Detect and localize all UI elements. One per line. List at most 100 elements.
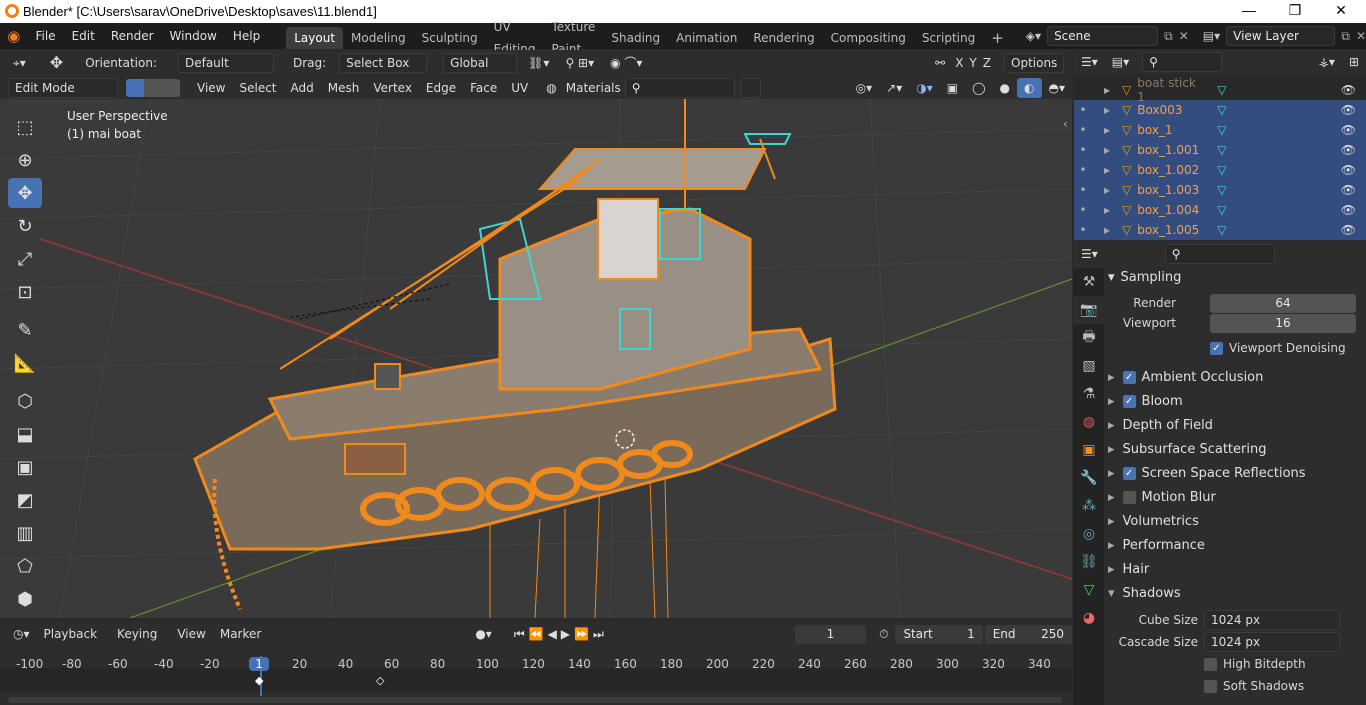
scene-tab-icon[interactable]: ⚗: [1074, 380, 1104, 408]
menu-file[interactable]: File: [27, 23, 63, 49]
eye-icon[interactable]: 👁: [1341, 183, 1356, 197]
eye-icon[interactable]: 👁: [1341, 123, 1356, 137]
menu-window[interactable]: Window: [162, 23, 225, 49]
axis-x-button[interactable]: X: [952, 53, 966, 73]
cascade-size-dropdown[interactable]: 1024 px: [1204, 632, 1340, 652]
expand-arrow-icon[interactable]: ▸: [1092, 143, 1122, 157]
outliner-row[interactable]: • ▸ ▽ box_1.002 ▽ 👁: [1074, 160, 1366, 180]
axis-z-button[interactable]: Z: [980, 53, 994, 73]
minimize-button[interactable]: —: [1226, 2, 1272, 18]
eye-icon[interactable]: 👁: [1341, 163, 1356, 177]
add-workspace-button[interactable]: +: [983, 27, 1012, 49]
viewport-samples-field[interactable]: 16: [1210, 313, 1356, 333]
move-tool-icon[interactable]: ✥: [8, 178, 42, 208]
vertex-select-icon[interactable]: [126, 79, 144, 97]
add-cube-tool-icon[interactable]: ⬡: [8, 386, 42, 416]
modifier-tab-icon[interactable]: 🔧: [1074, 464, 1104, 492]
mirror-icon[interactable]: ⚯: [928, 53, 952, 73]
panel-header[interactable]: ▸ ✓ Bloom: [1108, 389, 1364, 413]
options-dropdown[interactable]: Options: [1004, 53, 1064, 73]
expand-arrow-icon[interactable]: ▸: [1092, 83, 1122, 97]
extrude-tool-icon[interactable]: ⬓: [8, 419, 42, 449]
overlay-icon[interactable]: ◑▾: [909, 78, 940, 98]
marker-menu[interactable]: Marker: [213, 624, 268, 644]
new-collection-icon[interactable]: ⊞: [1342, 52, 1366, 72]
rotate-tool-icon[interactable]: ↻: [8, 211, 42, 241]
menu-vertex[interactable]: Vertex: [366, 78, 419, 98]
panel-header[interactable]: ▸ Depth of Field: [1108, 413, 1364, 437]
snap-icon[interactable]: ⚲ ⊞▾: [558, 53, 601, 73]
panel-checkbox[interactable]: ✓: [1122, 466, 1136, 480]
transform-orientation-dropdown[interactable]: Global: [443, 53, 518, 73]
properties-editor-icon[interactable]: ☰▾: [1074, 244, 1105, 264]
inset-tool-icon[interactable]: ▣: [8, 452, 42, 482]
scene-icon[interactable]: ◈▾: [1026, 29, 1041, 43]
tab-scripting[interactable]: Scripting: [914, 27, 983, 49]
tool-tab-icon[interactable]: ⚒: [1074, 268, 1104, 296]
soft-shadows-checkbox[interactable]: [1204, 679, 1217, 693]
filter-icon[interactable]: ⚶▾: [1312, 52, 1342, 72]
remove-view-layer-icon[interactable]: ✕: [1356, 29, 1366, 43]
constraints-tab-icon[interactable]: ⛓: [1074, 548, 1104, 576]
solid-shading-icon[interactable]: ●: [993, 78, 1017, 98]
poly-build-tool-icon[interactable]: ⬢: [8, 584, 42, 614]
outliner-row[interactable]: • ▸ ▽ Box003 ▽ 👁: [1074, 100, 1366, 120]
sidebar-toggle-icon[interactable]: ‹: [1063, 117, 1068, 131]
proportional-edit-icon[interactable]: ◉ ⌒▾: [603, 53, 649, 73]
editor-type-icon[interactable]: ⌖▾: [6, 53, 33, 73]
tab-animation[interactable]: Animation: [668, 27, 745, 49]
expand-arrow-icon[interactable]: ▸: [1092, 103, 1122, 117]
keying-menu[interactable]: Keying: [110, 624, 164, 644]
wireframe-shading-icon[interactable]: ◯: [965, 78, 992, 98]
tab-compositing[interactable]: Compositing: [823, 27, 914, 49]
select-box-tool-icon[interactable]: ⬚: [8, 112, 42, 142]
object-tab-icon[interactable]: ▣: [1074, 436, 1104, 464]
tab-layout[interactable]: Layout: [286, 27, 344, 49]
view-layer-icon[interactable]: ▤▾: [1203, 29, 1220, 43]
outliner-editor-icon[interactable]: ☰▾: [1074, 52, 1105, 72]
panel-header[interactable]: ▸ Hair: [1108, 557, 1364, 581]
properties-search-input[interactable]: ⚲: [1164, 244, 1275, 264]
start-frame-field[interactable]: Start 1: [895, 624, 983, 644]
gizmo-icon[interactable]: ↗▾: [879, 78, 909, 98]
physics-tab-icon[interactable]: ◎: [1074, 520, 1104, 548]
bevel-tool-icon[interactable]: ◩: [8, 485, 42, 515]
output-tab-icon[interactable]: 🖶: [1074, 324, 1104, 352]
blender-menu-icon[interactable]: ◉: [0, 27, 27, 45]
menu-help[interactable]: Help: [225, 23, 268, 49]
panel-header[interactable]: ▸ Performance: [1108, 533, 1364, 557]
eye-icon[interactable]: 👁: [1341, 143, 1356, 157]
render-tab-icon[interactable]: 📷: [1074, 296, 1104, 324]
3d-viewport[interactable]: User Perspective (1) mai boat ‹: [0, 99, 1072, 618]
cursor-tool-icon[interactable]: ⊕: [8, 145, 42, 175]
timeline-editor-icon[interactable]: ◷▾: [6, 624, 37, 644]
expand-arrow-icon[interactable]: ▸: [1092, 163, 1122, 177]
preview-range-icon[interactable]: ⏱: [872, 624, 895, 644]
outliner-row[interactable]: • ▸ ▽ box_1.001 ▽ 👁: [1074, 140, 1366, 160]
annotate-tool-icon[interactable]: ✎: [8, 315, 42, 345]
close-button[interactable]: ✕: [1318, 2, 1364, 19]
menu-select[interactable]: Select: [232, 78, 283, 98]
tab-modeling[interactable]: Modeling: [343, 27, 414, 49]
outliner-row[interactable]: ▸ ▽ boat stick 1 ▽ 👁: [1074, 76, 1366, 104]
panel-header[interactable]: ▸ Subsurface Scattering: [1108, 437, 1364, 461]
filter-dropdown[interactable]: [740, 78, 761, 98]
tab-rendering[interactable]: Rendering: [745, 27, 822, 49]
eye-icon[interactable]: 👁: [1341, 223, 1356, 237]
axis-y-button[interactable]: Y: [966, 53, 979, 73]
menu-add[interactable]: Add: [284, 78, 321, 98]
visibility-icon[interactable]: ◎▾: [849, 78, 880, 98]
orientation-dropdown[interactable]: Default: [177, 53, 274, 73]
outliner-search-input[interactable]: ⚲: [1142, 52, 1223, 72]
sampling-panel-header[interactable]: ▾ Sampling: [1108, 265, 1364, 289]
high-bitdepth-checkbox[interactable]: [1204, 657, 1217, 671]
view-menu[interactable]: View: [170, 624, 212, 644]
menu-view[interactable]: View: [190, 78, 232, 98]
copy-view-layer-icon[interactable]: ⧉: [1341, 29, 1350, 44]
menu-edit[interactable]: Edit: [64, 23, 103, 49]
timeline-track[interactable]: [0, 668, 1072, 692]
scale-tool-icon[interactable]: ⤢: [8, 244, 42, 274]
view-layer-tab-icon[interactable]: ▧: [1074, 352, 1104, 380]
outliner-row[interactable]: • ▸ ▽ box_1 ▽ 👁: [1074, 120, 1366, 140]
face-select-icon[interactable]: [162, 79, 180, 97]
